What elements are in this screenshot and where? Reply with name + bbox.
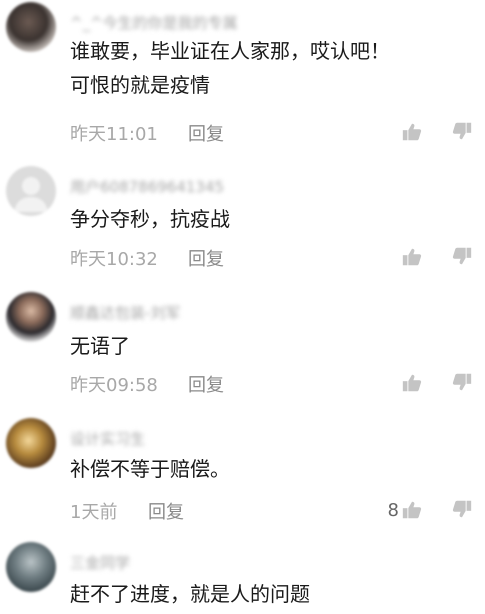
thumbs-down-icon[interactable]: [451, 371, 473, 393]
comment-meta: 昨天10:32 回复: [70, 245, 485, 271]
reply-button[interactable]: 回复: [188, 120, 224, 146]
comment-line: 赶不了进度，就是人的问题: [70, 582, 310, 606]
comment-meta: 昨天09:58 回复: [70, 371, 485, 397]
comment-text: 赶不了进度，就是人的问题: [70, 577, 310, 611]
reply-button[interactable]: 回复: [188, 245, 224, 271]
avatar[interactable]: [6, 292, 56, 342]
thumbs-down-icon[interactable]: [451, 498, 473, 520]
thumbs-up-icon[interactable]: [401, 246, 423, 268]
thumbs-up-icon[interactable]: [401, 121, 423, 143]
avatar[interactable]: [6, 2, 56, 52]
comment-text: 无语了: [70, 329, 130, 363]
comment-line: 争分夺秒，抗疫战: [70, 207, 230, 231]
username[interactable]: 顺鑫达包装-刘军: [70, 302, 180, 323]
reply-button[interactable]: 回复: [148, 498, 184, 524]
comment-text: 谁敢要，毕业证在人家那，哎认吧！ 可恨的就是疫情: [70, 34, 390, 102]
timestamp: 昨天11:01: [70, 124, 158, 145]
avatar[interactable]: [6, 418, 56, 468]
thumbs-up-icon[interactable]: [401, 372, 423, 394]
comment-line: 补偿不等于赔偿。: [70, 457, 230, 481]
thumbs-down-icon[interactable]: [451, 245, 473, 267]
reply-button[interactable]: 回复: [188, 371, 224, 397]
comment-text: 争分夺秒，抗疫战: [70, 202, 230, 236]
comment-meta: 昨天11:01 回复: [70, 120, 485, 146]
username[interactable]: 设计实习生: [70, 428, 145, 449]
timestamp: 昨天09:58: [70, 375, 158, 396]
username[interactable]: 三金同学: [70, 552, 130, 573]
timestamp: 1天前: [70, 502, 118, 523]
like-control[interactable]: 8: [388, 498, 423, 522]
like-count: 8: [387, 499, 399, 521]
comment-line: 谁敢要，毕业证在人家那，哎认吧！: [70, 39, 390, 63]
default-avatar-icon: [14, 177, 48, 212]
comment-line: 无语了: [70, 334, 130, 358]
avatar[interactable]: [6, 166, 56, 216]
comment-line: 可恨的就是疫情: [70, 73, 210, 97]
thumbs-up-icon[interactable]: [401, 499, 423, 521]
avatar[interactable]: [6, 542, 56, 592]
thumbs-down-icon[interactable]: [451, 120, 473, 142]
username[interactable]: ^_^今生的你是我的专属: [70, 12, 238, 33]
comment-meta: 1天前 回复 8: [70, 498, 485, 524]
timestamp: 昨天10:32: [70, 249, 158, 270]
username[interactable]: 用户6087869641345: [70, 176, 224, 197]
like-control[interactable]: [399, 120, 423, 144]
comment-text: 补偿不等于赔偿。: [70, 452, 230, 486]
like-control[interactable]: [399, 371, 423, 395]
like-control[interactable]: [399, 245, 423, 269]
comment-list: ^_^今生的你是我的专属 谁敢要，毕业证在人家那，哎认吧！ 可恨的就是疫情 昨天…: [0, 0, 485, 614]
